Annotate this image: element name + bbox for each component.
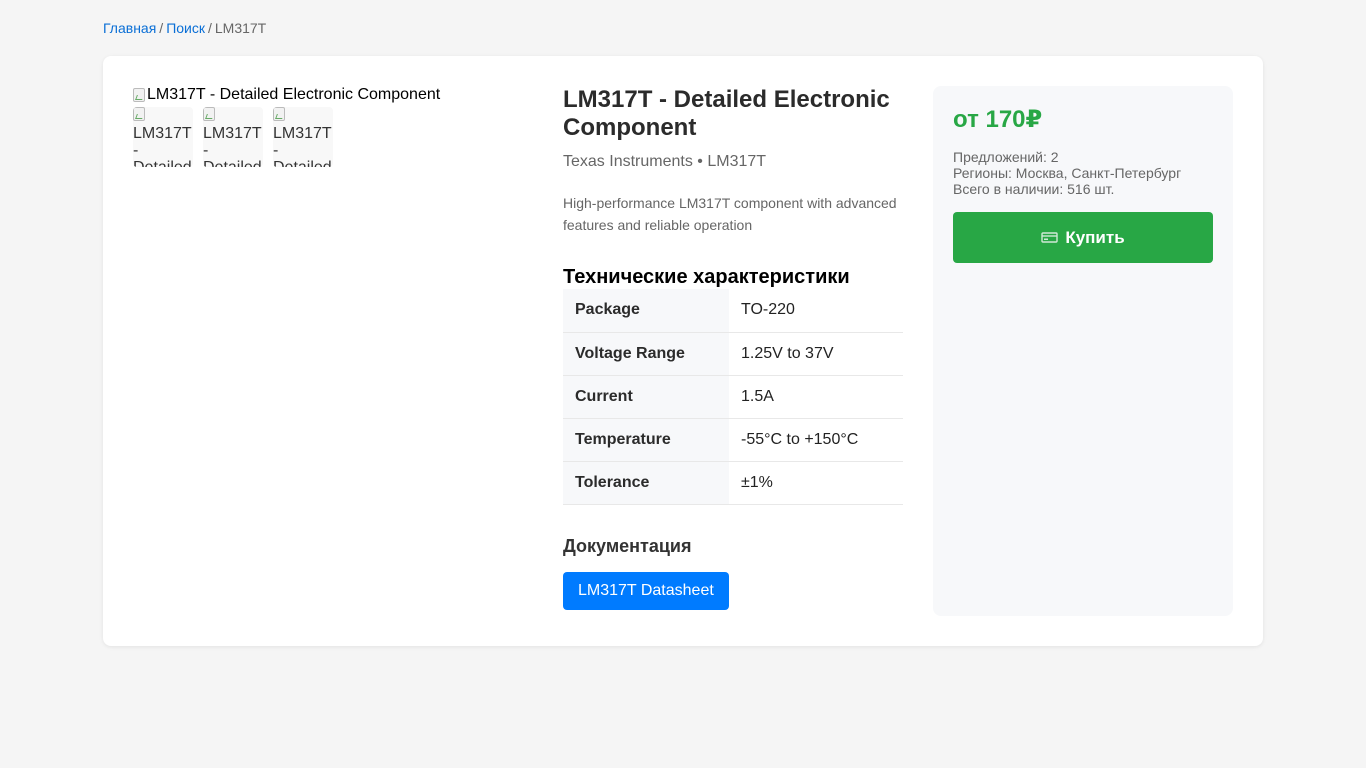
table-row: Temperature -55°C to +150°C bbox=[563, 418, 903, 462]
product-title: LM317T - Detailed Electronic Component bbox=[563, 86, 890, 141]
main-image-alt-text: LM317T - Detailed Electronic Component bbox=[147, 86, 441, 103]
table-row: Current 1.5A bbox=[563, 375, 903, 419]
thumbnail-strip: LM317T - Detailed Electronic Component L… bbox=[133, 107, 533, 167]
part-number: LM317T bbox=[707, 153, 767, 170]
offer-panel: от 170₽ Предложений: 2 Регионы: Москва, … bbox=[933, 86, 1233, 616]
product-details: LM317T - Detailed Electronic Component T… bbox=[563, 86, 903, 610]
spec-value: ±1% bbox=[729, 461, 903, 505]
offers-count: Предложений: 2 bbox=[953, 149, 1059, 165]
spec-key: Temperature bbox=[563, 418, 729, 462]
spec-key: Package bbox=[563, 289, 729, 333]
broken-image-icon bbox=[133, 88, 145, 102]
spec-value: -55°C to +150°C bbox=[729, 418, 903, 462]
spec-key: Tolerance bbox=[563, 461, 729, 505]
product-description: High-performance LM317T component with a… bbox=[563, 195, 897, 233]
price: от 170₽ bbox=[953, 106, 1043, 133]
product-subtitle: Texas Instruments • LM317T bbox=[563, 152, 903, 172]
breadcrumb: Главная / Поиск / LM317T bbox=[103, 19, 266, 37]
spec-value: TO-220 bbox=[729, 289, 903, 333]
image-gallery: LM317T - Detailed Electronic Component L… bbox=[133, 86, 533, 167]
buy-button-label: Купить bbox=[1065, 227, 1125, 247]
breadcrumb-search-link[interactable]: Поиск bbox=[166, 20, 205, 36]
breadcrumb-current: LM317T bbox=[214, 20, 267, 36]
cart-icon bbox=[1041, 231, 1059, 243]
subtitle-separator: • bbox=[697, 153, 703, 170]
spec-value: 1.5A bbox=[729, 375, 903, 419]
spec-key: Current bbox=[563, 375, 729, 419]
stock-total: Всего в наличии: 516 шт. bbox=[953, 181, 1115, 197]
regions: Регионы: Москва, Санкт-Петербург bbox=[953, 165, 1182, 181]
thumbnail-alt-text: LM317T - Detailed Electronic Component bbox=[273, 125, 332, 167]
table-row: Tolerance ±1% bbox=[563, 461, 903, 505]
table-row: Voltage Range 1.25V to 37V bbox=[563, 332, 903, 376]
broken-image-icon bbox=[273, 107, 285, 121]
breadcrumb-separator: / bbox=[159, 20, 164, 36]
broken-image-icon bbox=[133, 107, 145, 121]
product-card: LM317T - Detailed Electronic Component L… bbox=[103, 56, 1263, 646]
specs-table: Package TO-220 Voltage Range 1.25V to 37… bbox=[563, 289, 903, 505]
main-product-image: LM317T - Detailed Electronic Component bbox=[133, 86, 533, 104]
offer-meta: Предложений: 2 Регионы: Москва, Санкт-Пе… bbox=[953, 149, 1213, 197]
thumbnail-alt-text: LM317T - Detailed Electronic Component bbox=[203, 125, 262, 167]
thumbnail-alt-text: LM317T - Detailed Electronic Component bbox=[133, 125, 192, 167]
spec-value: 1.25V to 37V bbox=[729, 332, 903, 376]
datasheet-button[interactable]: LM317T Datasheet bbox=[563, 571, 729, 610]
thumbnail-3[interactable]: LM317T - Detailed Electronic Component bbox=[273, 107, 333, 167]
broken-image-icon bbox=[203, 107, 215, 121]
documentation-heading: Документация bbox=[563, 535, 692, 556]
manufacturer: Texas Instruments bbox=[563, 153, 693, 170]
breadcrumb-home-link[interactable]: Главная bbox=[103, 20, 156, 36]
breadcrumb-separator: / bbox=[207, 20, 212, 36]
thumbnail-1[interactable]: LM317T - Detailed Electronic Component bbox=[133, 107, 193, 167]
thumbnail-2[interactable]: LM317T - Detailed Electronic Component bbox=[203, 107, 263, 167]
specs-heading: Технические характеристики bbox=[563, 266, 850, 288]
spec-key: Voltage Range bbox=[563, 332, 729, 376]
table-row: Package TO-220 bbox=[563, 289, 903, 333]
buy-button[interactable]: Купить bbox=[953, 212, 1213, 263]
